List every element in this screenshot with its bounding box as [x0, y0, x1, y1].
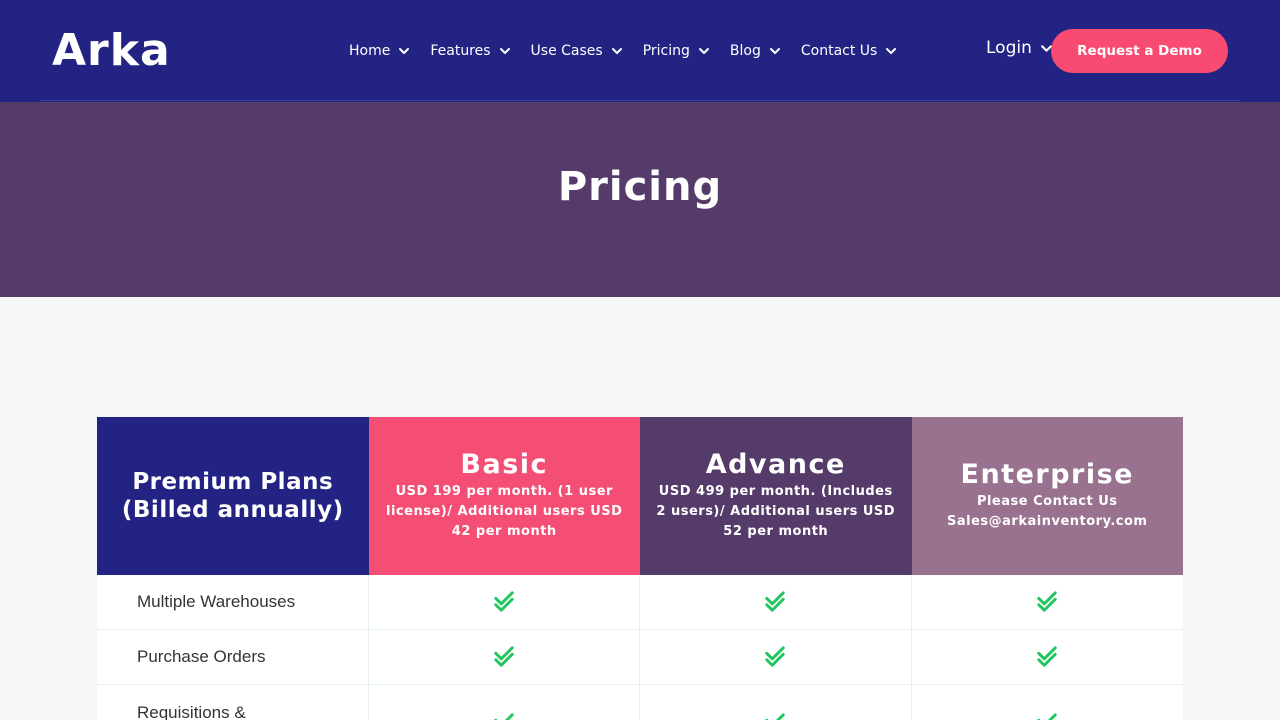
chevron-down-icon — [698, 48, 709, 54]
chevron-down-icon — [611, 48, 622, 54]
pricing-table-header: Premium Plans (Billed annually) Basic US… — [97, 417, 1183, 575]
table-cell — [912, 685, 1184, 720]
plan-header-advance: Advance USD 499 per month. (Includes 2 u… — [640, 417, 912, 575]
login-menu[interactable]: Login — [986, 38, 1053, 58]
nav-item-blog[interactable]: Blog — [730, 43, 781, 59]
plan-price: Please Contact Us Sales@arkainventory.co… — [947, 494, 1148, 529]
nav-item-contact-us[interactable]: Contact Us — [801, 43, 897, 59]
chevron-down-icon — [886, 48, 897, 54]
double-check-icon — [494, 646, 514, 667]
request-demo-button[interactable]: Request a Demo — [1051, 29, 1228, 73]
table-cell — [369, 685, 640, 720]
chevron-down-icon — [769, 48, 780, 54]
plan-header-premium: Premium Plans (Billed annually) — [97, 417, 369, 575]
chevron-down-icon — [499, 48, 510, 54]
plan-name: Premium Plans (Billed annually) — [121, 469, 344, 523]
main-nav: Home Features Use Cases Pricing Blog Con… — [349, 39, 917, 63]
plan-price: USD 199 per month. (1 user license)/ Add… — [386, 484, 623, 539]
double-check-icon — [765, 591, 785, 612]
double-check-icon — [1037, 713, 1057, 720]
nav-item-label: Use Cases — [530, 43, 603, 59]
login-label: Login — [986, 38, 1032, 58]
chevron-down-icon — [399, 48, 410, 54]
nav-item-features[interactable]: Features — [430, 43, 510, 59]
double-check-icon — [765, 646, 785, 667]
nav-item-label: Pricing — [642, 43, 690, 59]
table-cell — [369, 575, 640, 629]
page-banner: Pricing — [0, 102, 1280, 297]
feature-label: Multiple Warehouses — [97, 575, 369, 629]
table-cell — [640, 685, 912, 720]
nav-item-use-cases[interactable]: Use Cases — [531, 43, 623, 59]
plan-price: USD 499 per month. (Includes 2 users)/ A… — [656, 484, 896, 539]
logo[interactable]: Arka — [52, 24, 171, 78]
plan-header-enterprise: Enterprise Please Contact Us Sales@arkai… — [911, 417, 1183, 575]
double-check-icon — [494, 713, 514, 720]
nav-item-label: Features — [430, 43, 491, 59]
double-check-icon — [765, 713, 785, 720]
nav-item-label: Blog — [729, 43, 761, 59]
double-check-icon — [1037, 646, 1057, 667]
plan-name: Basic — [460, 449, 549, 480]
table-cell — [640, 575, 912, 629]
plan-name: Enterprise — [960, 459, 1134, 490]
table-cell — [640, 630, 912, 684]
pricing-table: Premium Plans (Billed annually) Basic US… — [97, 417, 1183, 720]
table-cell — [912, 575, 1184, 629]
site-header: Arka Home Features Use Cases Pricing Blo… — [0, 0, 1280, 102]
page-title: Pricing — [557, 164, 723, 210]
table-cell — [369, 630, 640, 684]
plan-header-basic: Basic USD 199 per month. (1 user license… — [368, 417, 640, 575]
header-divider — [40, 100, 1240, 101]
nav-item-label: Contact Us — [800, 43, 878, 59]
feature-label: Requisitions & — [97, 685, 369, 720]
double-check-icon — [494, 591, 514, 612]
nav-item-home[interactable]: Home — [349, 43, 410, 59]
double-check-icon — [1037, 591, 1057, 612]
feature-label: Purchase Orders — [97, 630, 369, 684]
nav-item-label: Home — [349, 43, 391, 59]
table-row: Requisitions & — [97, 685, 1183, 720]
plan-name: Advance — [705, 449, 846, 480]
table-cell — [912, 630, 1184, 684]
table-row: Multiple Warehouses — [97, 575, 1183, 630]
table-row: Purchase Orders — [97, 630, 1183, 685]
nav-item-pricing[interactable]: Pricing — [643, 43, 710, 59]
